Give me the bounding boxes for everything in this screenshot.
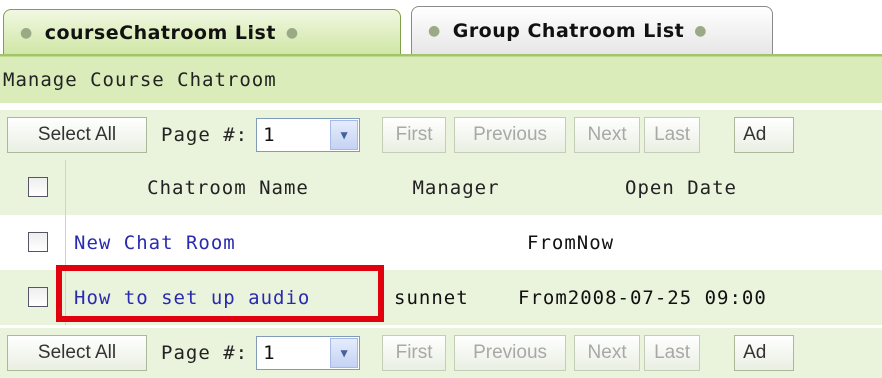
open-date-cell: FromNow — [527, 231, 615, 254]
tab-bar: ● courseChatroom List ● ● Group Chatroom… — [0, 0, 882, 56]
table-header: Chatroom Name Manager Open Date — [0, 160, 882, 215]
pagination-toolbar-bottom: Select All Page #: 1 ▼ First Previous Ne… — [0, 328, 882, 378]
first-page-button[interactable]: First — [382, 117, 447, 153]
manager-cell: sunnet — [394, 286, 469, 309]
page-label: Page #: — [161, 124, 249, 146]
add-button[interactable]: Ad — [734, 335, 795, 371]
chatroom-name-link[interactable]: New Chat Room — [74, 215, 236, 270]
select-all-button[interactable]: Select All — [7, 335, 147, 371]
next-page-button[interactable]: Next — [574, 335, 641, 371]
last-page-button[interactable]: Last — [644, 117, 701, 153]
row-checkbox[interactable] — [28, 287, 48, 307]
tab-label: courseChatroom List — [44, 21, 276, 44]
page-select-value: 1 — [263, 342, 275, 364]
section-title: Manage Course Chatroom — [0, 56, 882, 103]
select-all-button[interactable]: Select All — [7, 117, 147, 153]
first-page-button[interactable]: First — [382, 335, 447, 371]
chevron-down-icon[interactable]: ▼ — [330, 120, 359, 150]
tab-bullet-icon: ● — [428, 23, 441, 39]
row-checkbox[interactable] — [28, 232, 48, 252]
tab-bullet-icon: ● — [20, 24, 33, 41]
pagination-toolbar-top: Select All Page #: 1 ▼ First Previous Ne… — [0, 110, 882, 160]
column-header-chatroom-name[interactable]: Chatroom Name — [66, 160, 390, 215]
page-select[interactable]: 1 ▼ — [256, 118, 361, 152]
previous-page-button[interactable]: Previous — [454, 117, 567, 153]
tab-group-chatroom-list[interactable]: ● Group Chatroom List ● — [411, 6, 773, 55]
select-all-checkbox[interactable] — [28, 177, 48, 197]
column-header-manager[interactable]: Manager — [390, 160, 522, 215]
page-select[interactable]: 1 ▼ — [256, 336, 361, 370]
next-page-button[interactable]: Next — [574, 117, 641, 153]
page-select-value: 1 — [263, 124, 275, 146]
page-label: Page #: — [161, 342, 249, 364]
highlight-box — [56, 265, 384, 322]
tab-bullet-icon: ● — [285, 24, 299, 41]
open-date-cell: From2008-07-25 09:00 — [518, 286, 767, 309]
previous-page-button[interactable]: Previous — [454, 335, 567, 371]
column-header-open-date[interactable]: Open Date — [522, 160, 840, 215]
table-row: New Chat Room FromNow — [0, 215, 882, 270]
tab-bullet-icon: ● — [694, 23, 707, 39]
chevron-down-icon[interactable]: ▼ — [330, 338, 359, 368]
last-page-button[interactable]: Last — [644, 335, 701, 371]
tab-label: Group Chatroom List — [452, 20, 685, 42]
tab-course-chatroom-list[interactable]: ● courseChatroom List ● — [3, 9, 401, 55]
add-button[interactable]: Ad — [734, 117, 795, 153]
